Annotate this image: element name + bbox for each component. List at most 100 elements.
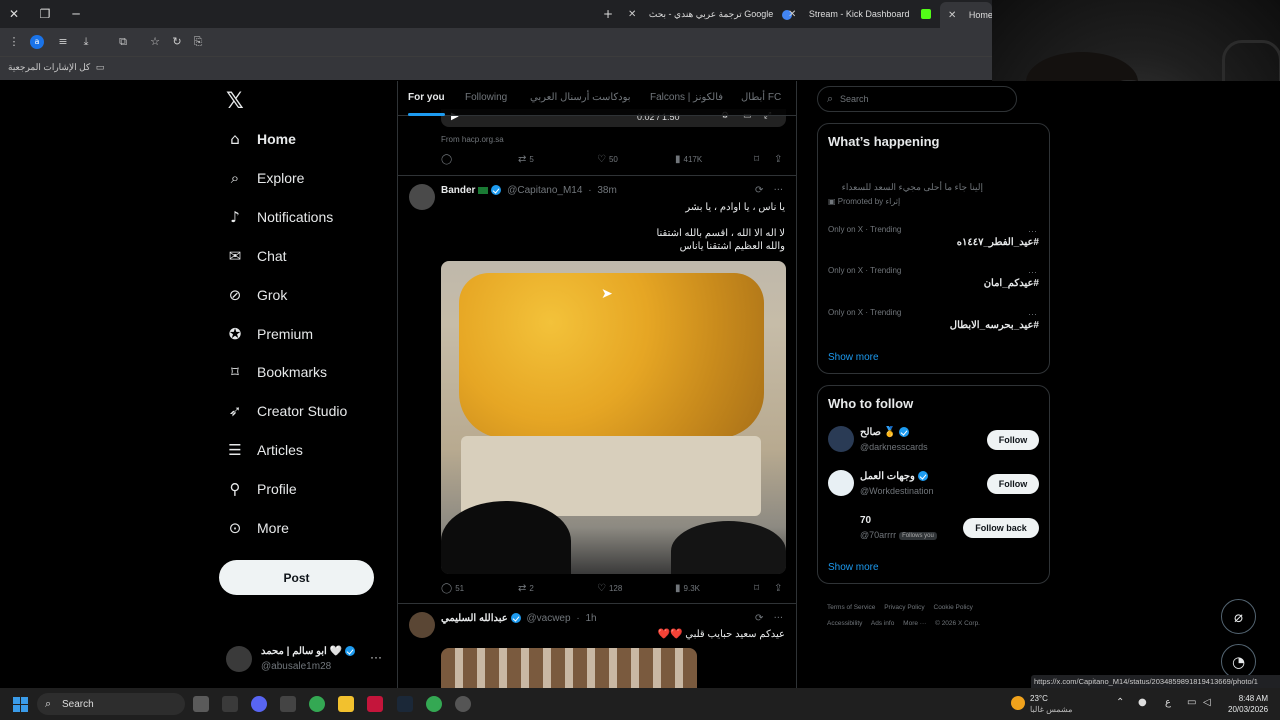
avatar[interactable] — [828, 426, 854, 452]
app-icon[interactable] — [455, 696, 471, 712]
tweet-time[interactable]: 38m — [597, 185, 616, 196]
more-dots-icon[interactable]: ··· — [370, 650, 382, 664]
post-button[interactable]: Post — [219, 560, 374, 595]
profile-icon[interactable]: a — [30, 35, 44, 49]
discord-icon[interactable] — [251, 696, 267, 712]
media-control-icon[interactable]: ≡ — [55, 34, 71, 50]
tab-for-you[interactable]: For you — [408, 92, 445, 116]
nav-item-creator-studio[interactable]: ➶ Creator Studio — [226, 399, 348, 423]
reply-button[interactable]: ◯ — [441, 154, 452, 165]
microphone-icon[interactable]: ● — [1138, 697, 1147, 708]
avatar[interactable] — [828, 470, 854, 496]
suggested-user-name[interactable]: وجهات العمل — [860, 471, 928, 482]
tab-following[interactable]: Following — [465, 92, 507, 103]
tab-kick-dashboard[interactable]: ✕ Stream - Kick Dashboard — [788, 4, 909, 24]
bookmark-button[interactable]: ⌑ — [754, 154, 759, 165]
chrome-icon[interactable] — [426, 696, 442, 712]
more-dots-icon[interactable]: ··· — [1028, 309, 1037, 319]
share-button[interactable]: ⇪ — [774, 154, 782, 165]
author-handle[interactable]: @vacwep — [526, 613, 570, 624]
follow-button[interactable]: Follow — [987, 474, 1039, 494]
share-button[interactable]: ⇪ — [774, 583, 782, 594]
chevron-up-icon[interactable]: ⌃ — [1116, 697, 1124, 708]
footer-privacy[interactable]: Privacy Policy — [884, 604, 924, 611]
promoted-trend[interactable]: إلينا جاء ما أحلى مجيء السعد للسعداء — [842, 182, 983, 193]
reload-icon[interactable]: ↻ — [169, 34, 185, 50]
nav-item-explore[interactable]: ⌕ Explore — [226, 166, 305, 190]
reply-button[interactable]: ◯ 51 — [441, 583, 464, 594]
author-name[interactable]: عبدالله السليمي — [441, 613, 508, 624]
tab-fc-champions[interactable]: أبطال FC — [741, 92, 781, 103]
grok-explain-icon[interactable]: ⟳ — [755, 613, 763, 624]
account-switcher[interactable]: ابو سالم | محمد 🤍 @abusale1m28 ··· — [226, 644, 386, 684]
avatar[interactable] — [409, 184, 435, 210]
nav-item-chat[interactable]: ✉ Chat — [226, 244, 287, 268]
tweet-photo[interactable]: ➤ — [441, 261, 786, 574]
app-icon[interactable] — [280, 696, 296, 712]
tab-falcons[interactable]: Falcons | فالكونز — [650, 92, 723, 103]
volume-icon[interactable]: ◁ — [1203, 697, 1211, 708]
bookmark-button[interactable]: ⌑ — [754, 583, 759, 594]
trend-item[interactable]: #عيد_بحرسه_الابطال — [950, 320, 1039, 331]
task-view-icon[interactable] — [193, 696, 209, 712]
avatar[interactable] — [409, 612, 435, 638]
show-more-link[interactable]: Show more — [828, 562, 879, 573]
views-button[interactable]: ▮ 417K — [675, 154, 702, 165]
more-dots-icon[interactable]: ··· — [1028, 226, 1037, 236]
nav-item-home[interactable]: ⌂ Home — [226, 127, 296, 151]
close-window-icon[interactable]: ✕ — [6, 6, 22, 22]
views-button[interactable]: ▮ 9.3K — [675, 583, 700, 594]
nav-item-more[interactable]: ⊙ More — [226, 516, 289, 540]
all-bookmarks-link[interactable]: كل الإشارات المرجعية ▭ — [8, 62, 104, 73]
follow-back-button[interactable]: Follow back — [963, 518, 1039, 538]
grok-explain-icon[interactable]: ⟳ — [755, 185, 763, 196]
nav-item-grok[interactable]: ⊘ Grok — [226, 283, 288, 307]
suggested-user-name[interactable]: 70 — [860, 515, 871, 526]
retweet-button[interactable]: ⇄ 2 — [518, 583, 534, 594]
close-tab-icon[interactable]: ✕ — [948, 10, 956, 21]
footer-cookie[interactable]: Cookie Policy — [934, 604, 973, 611]
translate-icon[interactable]: ⎘ — [190, 34, 206, 50]
tweet-time[interactable]: 1h — [585, 613, 596, 624]
taskbar-clock[interactable]: 8:48 AM 20/03/2026 — [1228, 693, 1268, 715]
retweet-button[interactable]: ⇄ 5 — [518, 154, 534, 165]
trend-item[interactable]: #عيد_الفطر_١٤٤٧ه — [957, 237, 1039, 248]
footer-terms[interactable]: Terms of Service — [827, 604, 875, 611]
minimize-window-icon[interactable]: ─ — [68, 6, 84, 22]
chat-float-icon[interactable]: ◔ — [1221, 644, 1256, 679]
suggested-user-name[interactable]: صالح 🥇 — [860, 427, 910, 438]
avatar[interactable] — [828, 514, 854, 540]
footer-accessibility[interactable]: Accessibility — [827, 620, 862, 627]
restore-window-icon[interactable]: ❐ — [37, 6, 53, 22]
steam-icon[interactable] — [397, 696, 413, 712]
more-dots-icon[interactable]: ··· — [774, 185, 784, 196]
download-icon[interactable]: ⤓ — [78, 34, 94, 50]
close-tab-icon[interactable]: ✕ — [788, 9, 796, 20]
link-source[interactable]: From hacp.org.sa — [441, 135, 504, 144]
extensions-icon[interactable]: ⧉ — [115, 34, 131, 50]
search-input[interactable]: Search — [840, 94, 869, 104]
more-dots-icon[interactable]: ··· — [1028, 267, 1037, 277]
tweet-photo[interactable] — [441, 648, 697, 688]
chrome-icon[interactable] — [309, 696, 325, 712]
windows-start-icon[interactable] — [13, 697, 28, 712]
nav-item-articles[interactable]: ☰ Articles — [226, 438, 303, 462]
close-tab-icon[interactable]: ✕ — [628, 9, 636, 20]
nav-item-premium[interactable]: ✪ Premium — [226, 322, 313, 346]
tab-arsenal-podcast[interactable]: بودكاست أرسنال العربي — [530, 92, 631, 103]
like-button[interactable]: ♡ 128 — [597, 583, 622, 594]
app-icon[interactable] — [222, 696, 238, 712]
tab-home-x[interactable]: ✕ Home / X — [940, 2, 992, 28]
weather-widget[interactable]: 23°C مشمس غالبا — [1011, 693, 1081, 717]
footer-more[interactable]: More ··· — [903, 620, 926, 627]
author-name[interactable]: Bander — [441, 185, 475, 196]
taskbar-search[interactable]: ⌕ Search — [37, 693, 185, 715]
network-icon[interactable]: ▭ — [1187, 697, 1196, 708]
language-indicator[interactable]: ع — [1165, 697, 1171, 708]
like-button[interactable]: ♡ 50 — [597, 154, 618, 165]
x-logo-icon[interactable]: 𝕏 — [226, 89, 244, 114]
file-explorer-icon[interactable] — [338, 696, 354, 712]
grok-float-icon[interactable]: ⌀ — [1221, 599, 1256, 634]
nav-item-notifications[interactable]: ♪ Notifications — [226, 205, 333, 229]
app-icon[interactable] — [367, 696, 383, 712]
